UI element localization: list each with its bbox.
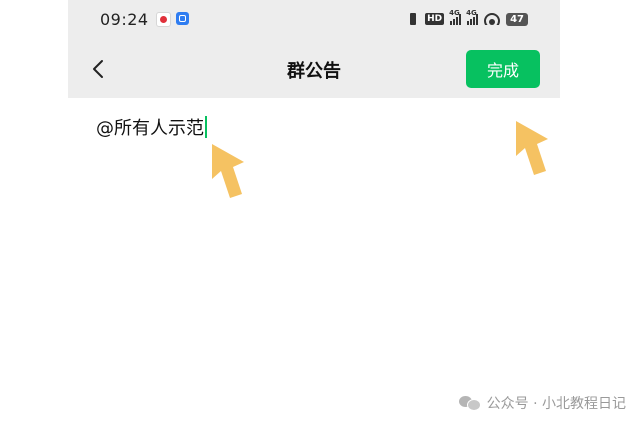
announcement-input[interactable]: @所有人示范: [96, 112, 532, 142]
watermark: 公众号 · 小北教程日记: [458, 393, 626, 413]
notification-app-icon: [176, 12, 189, 25]
battery-icon: 47: [506, 12, 528, 26]
hd-badge: HD: [425, 13, 445, 25]
watermark-text: 公众号 · 小北教程日记: [486, 396, 626, 412]
vibrate-icon: [407, 13, 419, 25]
annotation-arrow-icon: [508, 117, 552, 179]
wifi-icon: [484, 13, 501, 25]
done-button[interactable]: 完成: [466, 50, 540, 88]
notification-app-icon: [156, 12, 171, 27]
title-bar: 群公告 完成: [68, 38, 560, 98]
signal-label: 4G: [466, 9, 477, 17]
announcement-text: @所有人示范: [96, 118, 204, 139]
phone-screen: 09:24 HD 4G 4G 47 群公告 完成 @所有人示范: [68, 0, 560, 427]
wechat-icon: [458, 395, 481, 411]
status-time: 09:24: [100, 10, 149, 29]
status-indicators: HD 4G 4G 47: [407, 9, 528, 29]
annotation-arrow-icon: [204, 140, 248, 202]
signal-label: 4G: [449, 9, 460, 17]
text-caret: [205, 116, 207, 138]
status-bar: 09:24 HD 4G 4G 47: [68, 0, 560, 38]
signal-icon: 4G: [449, 9, 462, 25]
signal-icon: 4G: [466, 9, 479, 25]
